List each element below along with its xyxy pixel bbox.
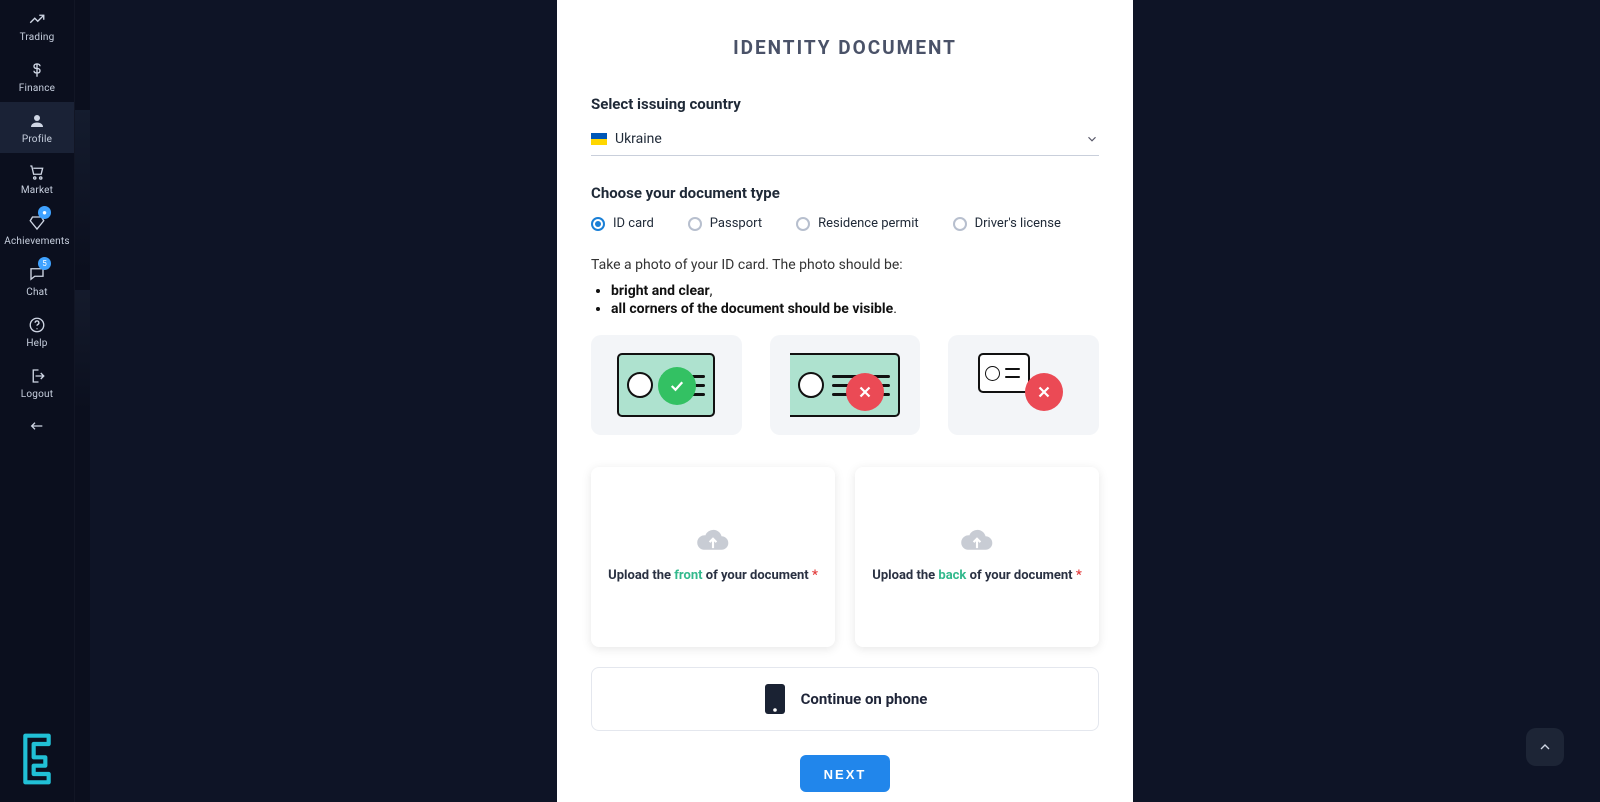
identity-document-card: IDENTITY DOCUMENT Select issuing country… bbox=[557, 0, 1133, 802]
help-icon bbox=[28, 316, 46, 334]
sidebar-item-label: Profile bbox=[22, 134, 52, 145]
upload-back-button[interactable]: Upload the back of your document * bbox=[855, 467, 1099, 647]
country-select[interactable]: Ukraine bbox=[591, 127, 1099, 156]
sidebar: Trading Finance Profile Market ● Achieve… bbox=[0, 0, 75, 802]
flag-icon bbox=[591, 133, 607, 145]
smartphone-icon bbox=[763, 682, 787, 716]
sidebar-item-label: Chat bbox=[26, 287, 48, 298]
sidebar-item-chat[interactable]: 5 Chat bbox=[0, 255, 74, 306]
sidebar-item-label: Trading bbox=[20, 32, 55, 43]
sidebar-item-label: Achievements bbox=[4, 236, 69, 247]
doctype-radio-group: ID card Passport Residence permit Driver… bbox=[591, 216, 1099, 231]
logout-icon bbox=[28, 367, 46, 385]
thumbnail-strip bbox=[75, 0, 90, 802]
radio-label: Residence permit bbox=[818, 216, 919, 231]
sidebar-item-label: Logout bbox=[21, 389, 53, 400]
cloud-upload-icon bbox=[696, 529, 730, 557]
page-title: IDENTITY DOCUMENT bbox=[591, 36, 1099, 59]
sidebar-item-trading[interactable]: Trading bbox=[0, 0, 74, 51]
instruction-bullets: bright and clear, all corners of the doc… bbox=[611, 283, 1099, 317]
radio-label: Passport bbox=[710, 216, 762, 231]
doctype-radio-idcard[interactable]: ID card bbox=[591, 216, 654, 231]
radio-label: ID card bbox=[613, 216, 654, 231]
cart-icon bbox=[28, 163, 46, 181]
chevron-up-icon bbox=[1537, 739, 1553, 755]
sidebar-item-achievements[interactable]: ● Achievements bbox=[0, 204, 74, 255]
next-button[interactable]: NEXT bbox=[800, 755, 891, 792]
arrow-left-icon bbox=[29, 418, 45, 434]
upload-front-button[interactable]: Upload the front of your document * bbox=[591, 467, 835, 647]
idcard-illustration-small bbox=[978, 353, 1030, 393]
sidebar-item-market[interactable]: Market bbox=[0, 153, 74, 204]
continue-on-phone-button[interactable]: Continue on phone bbox=[591, 667, 1099, 731]
country-name: Ukraine bbox=[615, 131, 662, 147]
doctype-radio-passport[interactable]: Passport bbox=[688, 216, 762, 231]
bullet-item: all corners of the document should be vi… bbox=[611, 301, 1099, 317]
continue-on-phone-label: Continue on phone bbox=[801, 690, 928, 708]
doctype-radio-drivers[interactable]: Driver's license bbox=[953, 216, 1061, 231]
country-section-label: Select issuing country bbox=[591, 95, 1099, 113]
example-good bbox=[591, 335, 742, 435]
chat-badge: 5 bbox=[38, 257, 51, 270]
doctype-radio-residence[interactable]: Residence permit bbox=[796, 216, 919, 231]
check-icon bbox=[658, 367, 696, 405]
instruction-text: Take a photo of your ID card. The photo … bbox=[591, 257, 1099, 273]
doctype-section-label: Choose your document type bbox=[591, 184, 1099, 202]
sidebar-item-logout[interactable]: Logout bbox=[0, 357, 74, 408]
idcard-illustration-cropped bbox=[790, 353, 900, 417]
chart-line-icon bbox=[28, 10, 46, 28]
brand-logo bbox=[0, 718, 74, 802]
sidebar-item-finance[interactable]: Finance bbox=[0, 51, 74, 102]
upload-row: Upload the front of your document * Uplo… bbox=[591, 467, 1099, 647]
example-too-small bbox=[948, 335, 1099, 435]
scroll-top-button[interactable] bbox=[1526, 728, 1564, 766]
example-cropped bbox=[770, 335, 921, 435]
sidebar-item-help[interactable]: Help bbox=[0, 306, 74, 357]
cross-icon bbox=[1025, 373, 1063, 411]
sidebar-item-label: Finance bbox=[19, 83, 55, 94]
main-area: IDENTITY DOCUMENT Select issuing country… bbox=[90, 0, 1600, 802]
bullet-item: bright and clear, bbox=[611, 283, 1099, 299]
sidebar-item-label: Help bbox=[26, 338, 47, 349]
photo-examples bbox=[591, 335, 1099, 435]
sidebar-item-profile[interactable]: Profile bbox=[0, 102, 74, 153]
radio-label: Driver's license bbox=[975, 216, 1061, 231]
dollar-icon bbox=[28, 61, 46, 79]
notification-badge: ● bbox=[38, 206, 51, 219]
cloud-upload-icon bbox=[960, 529, 994, 557]
upload-front-label: Upload the front of your document * bbox=[608, 567, 818, 585]
chevron-down-icon bbox=[1085, 132, 1099, 146]
upload-back-label: Upload the back of your document * bbox=[872, 567, 1081, 585]
sidebar-item-label: Market bbox=[21, 185, 53, 196]
user-icon bbox=[28, 112, 46, 130]
collapse-sidebar-button[interactable] bbox=[0, 408, 74, 446]
